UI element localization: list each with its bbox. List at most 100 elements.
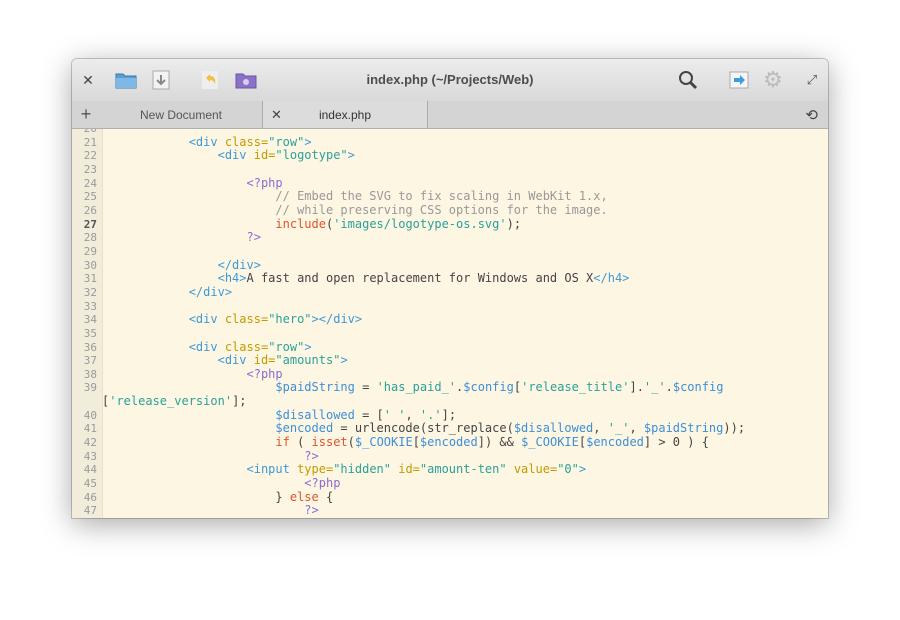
code-line[interactable]: 47 ?> — [72, 504, 828, 518]
save-button[interactable] — [150, 69, 172, 91]
line-number: 30 — [83, 258, 97, 272]
code-line[interactable]: 22 <div id="logotype"> — [72, 148, 828, 163]
code-token: '_' — [643, 380, 666, 395]
code-line[interactable]: 35 — [72, 327, 828, 341]
code-line[interactable]: 32 </div> — [72, 284, 828, 300]
code-token: . — [665, 380, 673, 395]
line-number: 23 — [83, 162, 97, 176]
code-token: include — [275, 216, 326, 231]
project-folder-icon — [235, 73, 257, 89]
code-token: "logotype" — [275, 148, 348, 163]
code-line[interactable]: 23 — [72, 163, 828, 177]
code-line[interactable]: 24 <?php — [72, 176, 828, 191]
code-line[interactable]: 30 </div> — [72, 258, 828, 273]
code-line[interactable]: 39 $paidString = 'has_paid_'.$config['re… — [72, 381, 828, 395]
code-line[interactable]: 34 <div class="hero"></div> — [72, 312, 828, 327]
code-line[interactable]: 21 <div class="row"> — [72, 134, 828, 150]
code-line[interactable]: 42 if ( isset($_COOKIE[$encoded]) && $_C… — [72, 435, 828, 450]
code-editor[interactable]: 2021 <div class="row">22 <div id="logoty… — [72, 129, 828, 518]
history-icon[interactable]: ⟲ — [805, 106, 818, 124]
line-code: <?php — [102, 176, 283, 191]
code-line[interactable]: 40 $disallowed = [' ', '.']; — [72, 407, 828, 423]
code-token: </div> — [188, 284, 233, 299]
code-token: <div — [188, 312, 225, 327]
tab-index-php[interactable]: ✕ index.php — [263, 101, 428, 128]
code-token: 'has_paid_' — [376, 380, 457, 395]
search-button[interactable] — [677, 69, 699, 91]
code-token: $encoded — [586, 435, 644, 450]
line-number: 28 — [83, 231, 97, 245]
revert-button[interactable] — [199, 69, 221, 91]
code-token: $encoded — [419, 435, 478, 450]
code-line[interactable]: 45 <?php — [72, 476, 828, 491]
line-number: 42 — [83, 436, 97, 450]
fullscreen-button[interactable]: ⤢ — [801, 69, 823, 91]
code-token: class= — [224, 134, 269, 149]
line-code: ?> — [102, 504, 318, 518]
code-token: )); — [723, 421, 746, 436]
tab-new-document[interactable]: New Document — [72, 101, 263, 128]
code-token: ?> — [246, 230, 261, 245]
code-token: <h4> — [217, 271, 247, 286]
line-number: 27 — [83, 217, 97, 231]
code-line[interactable]: 28 ?> — [72, 230, 828, 245]
line-number: 20 — [72, 129, 97, 136]
code-line[interactable]: 37 <div id="amounts"> — [72, 353, 828, 368]
close-tab-icon[interactable]: ✕ — [271, 107, 282, 123]
project-folder-button[interactable] — [235, 69, 257, 91]
line-number: 35 — [83, 326, 97, 340]
code-token: ] > 0 ) { — [643, 435, 709, 450]
line-number: 24 — [83, 176, 97, 190]
line-code: </div> — [102, 284, 233, 300]
line-number: 21 — [83, 135, 97, 149]
code-token: else — [289, 489, 319, 504]
code-line[interactable]: 43 ?> — [72, 448, 828, 464]
code-token: class= — [224, 312, 269, 327]
header-bar: ✕ index.php (~/Projects/Web) ⚙ ⤢ — [72, 59, 828, 102]
editor-window: ✕ index.php (~/Projects/Web) ⚙ ⤢ + New D… — [72, 59, 828, 518]
code-token: <div — [217, 148, 254, 163]
line-code: // Embed the SVG to fix scaling in WebKi… — [102, 189, 608, 204]
line-number: 46 — [83, 490, 97, 504]
code-token: "hidden" — [333, 462, 391, 477]
code-token: ]) && — [477, 435, 522, 450]
code-line[interactable]: 27 include('images/logotype-os.svg'); — [72, 216, 828, 232]
code-line[interactable]: 33 — [72, 300, 828, 314]
code-token: $disallowed — [513, 421, 594, 436]
line-number: 22 — [83, 149, 97, 163]
line-number: 32 — [83, 285, 97, 299]
code-token: } — [275, 489, 290, 504]
code-token: ?> — [304, 448, 319, 463]
close-icon: ✕ — [82, 71, 94, 88]
code-token: // Embed the SVG to fix scaling in WebKi… — [275, 189, 608, 204]
code-token: , — [593, 421, 608, 436]
close-button[interactable]: ✕ — [77, 69, 99, 91]
code-token: id= — [391, 462, 420, 477]
line-number: 38 — [83, 367, 97, 381]
share-button[interactable] — [728, 69, 750, 91]
settings-button[interactable]: ⚙ — [762, 67, 784, 92]
open-button[interactable] — [115, 69, 137, 91]
code-line[interactable]: 41 $encoded = urlencode(str_replace($dis… — [72, 422, 828, 436]
line-code: $encoded = urlencode(str_replace($disall… — [102, 422, 745, 436]
code-token: ></div> — [311, 312, 363, 327]
code-line[interactable]: ['release_version']; — [72, 394, 828, 409]
line-number: 37 — [83, 354, 97, 368]
code-token: > — [347, 148, 355, 163]
line-code: } else { — [102, 489, 333, 505]
code-line[interactable]: 25 // Embed the SVG to fix scaling in We… — [72, 189, 828, 204]
code-line[interactable]: 36 <div class="row"> — [72, 339, 828, 355]
line-code: <div class="hero"></div> — [102, 312, 363, 327]
code-line[interactable]: 29 — [72, 245, 828, 259]
code-token: ]; — [441, 407, 457, 422]
code-token: <div — [217, 353, 254, 368]
line-code: </div> — [102, 258, 261, 273]
code-token: <div — [188, 339, 225, 354]
line-number: 36 — [83, 340, 97, 354]
code-line[interactable]: 44 <input type="hidden" id="amount-ten" … — [72, 463, 828, 477]
code-line[interactable]: 38 <?php — [72, 367, 828, 382]
code-line[interactable]: 31 <h4>A fast and open replacement for W… — [72, 271, 828, 286]
code-line[interactable]: 46 } else { — [72, 489, 828, 505]
code-line[interactable]: 26 // while preserving CSS options for t… — [72, 203, 828, 218]
code-token: 'release_title' — [521, 380, 630, 395]
